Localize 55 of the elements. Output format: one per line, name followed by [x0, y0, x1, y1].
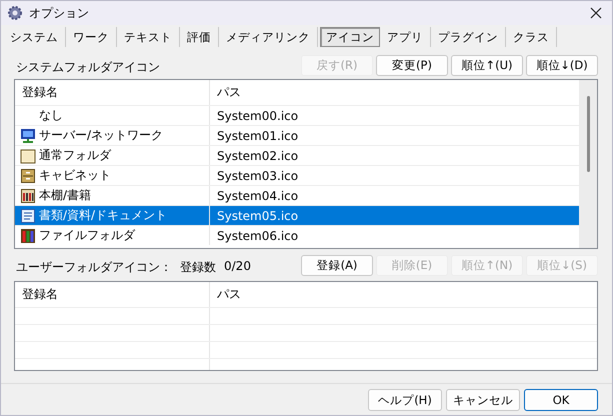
monitor-icon [20, 128, 36, 144]
tab[interactable]: ワーク [68, 27, 117, 47]
table-cell: 通常フォルダ [39, 147, 111, 164]
table-cell: System06.ico [217, 228, 298, 242]
scrollbar-thumb[interactable] [586, 96, 590, 172]
table-cell: なし [39, 107, 63, 124]
table-cell: System01.ico [217, 128, 298, 142]
table-cell: 書類/資料/ドキュメント [39, 207, 168, 224]
table-cell: System02.ico [217, 148, 298, 162]
count-value: 0/20 [224, 259, 251, 275]
action-button[interactable]: 登録(A) [301, 255, 373, 276]
table-row[interactable]: ファイルフォルダ System06.ico [15, 225, 579, 245]
cabinet-icon [20, 168, 36, 184]
table-row[interactable]: 書類/資料/ドキュメント System05.ico [15, 205, 579, 225]
table-row[interactable]: なし System00.ico [15, 105, 579, 125]
table-row[interactable]: 通常フォルダ System02.ico [15, 145, 579, 165]
dialog-button[interactable]: OK [524, 389, 598, 411]
table-cell: System04.ico [217, 188, 298, 202]
column-header[interactable]: 登録名 [15, 282, 210, 307]
table-cell: ファイルフォルダ [39, 227, 135, 244]
tab[interactable]: システム [5, 27, 66, 47]
bookshelf-icon [20, 188, 36, 204]
binders-icon [20, 228, 36, 244]
tab[interactable]: クラス [508, 27, 557, 47]
action-button[interactable]: 順位↑(U) [451, 55, 523, 76]
table-cell: System05.ico [217, 208, 298, 222]
table-cell: 本棚/書籍 [39, 187, 92, 204]
document-icon [20, 208, 36, 224]
table-cell: サーバー/ネットワーク [39, 127, 164, 144]
gear-icon [7, 5, 23, 21]
tab[interactable]: アプリ [382, 27, 431, 47]
tab[interactable]: プラグイン [433, 27, 506, 47]
tab[interactable]: アイコン [320, 27, 380, 47]
column-header[interactable]: パス [210, 80, 579, 105]
section-label: ユーザーフォルダアイコン： [16, 259, 172, 276]
folder-icon [20, 148, 36, 164]
count-label: 登録数 [180, 259, 216, 276]
table-row[interactable]: キャビネット System03.ico [15, 165, 579, 185]
table-row[interactable]: サーバー/ネットワーク System01.ico [15, 125, 579, 145]
column-header[interactable]: パス [210, 282, 597, 307]
table-cell: キャビネット [39, 167, 111, 184]
tab[interactable]: テキスト [119, 27, 180, 47]
action-button[interactable]: 順位↓(D) [526, 55, 598, 76]
dialog-button[interactable]: ヘルプ(H) [368, 389, 442, 411]
column-header[interactable]: 登録名 [15, 80, 210, 105]
window-title: オプション [29, 4, 89, 22]
action-button[interactable]: 変更(P) [376, 55, 448, 76]
close-icon[interactable] [590, 7, 602, 19]
scrollbar[interactable] [579, 80, 597, 248]
tab[interactable]: メディアリンク [221, 27, 318, 47]
tab[interactable]: 評価 [182, 27, 219, 47]
section-label: システムフォルダアイコン [16, 59, 160, 76]
table-cell: System00.ico [217, 108, 298, 122]
dialog-button[interactable]: キャンセル [446, 389, 520, 411]
table-cell: System03.ico [217, 168, 298, 182]
